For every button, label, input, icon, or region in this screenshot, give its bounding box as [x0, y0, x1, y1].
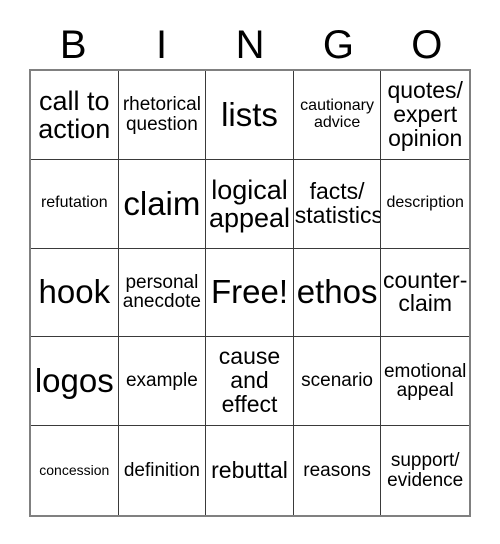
bingo-cell-label: support/ evidence	[387, 449, 464, 491]
bingo-cell-label: rhetorical question	[122, 94, 201, 135]
bingo-cell-i3[interactable]: personal anecdote	[118, 248, 207, 338]
bingo-cell-label: refutation	[40, 194, 108, 212]
bingo-cell-g3[interactable]: ethos	[293, 248, 382, 338]
bingo-cell-label: reasons	[303, 459, 371, 481]
bingo-cell-n5[interactable]: rebuttal	[206, 426, 294, 515]
bingo-cell-label: logos	[34, 362, 114, 400]
bingo-cell-b1[interactable]: call to action	[31, 71, 119, 160]
header-letter-i: I	[156, 22, 168, 67]
bingo-cell-label: ethos	[296, 273, 378, 311]
bingo-cell-free-space[interactable]: Free!	[206, 248, 294, 338]
bingo-cell-g2[interactable]: facts/ statistics	[293, 159, 382, 249]
bingo-card: B I N G O call to action rhetorical ques…	[0, 0, 500, 544]
bingo-cell-label: emotional appeal	[383, 360, 467, 402]
bingo-grid: call to action rhetorical question lists…	[29, 69, 471, 517]
bingo-cell-b2[interactable]: refutation	[31, 159, 119, 249]
bingo-cell-n1[interactable]: lists	[206, 71, 294, 160]
bingo-cell-label: concession	[39, 462, 110, 479]
bingo-cell-i5[interactable]: definition	[118, 426, 207, 515]
bingo-cell-n4[interactable]: cause and effect	[206, 337, 294, 427]
bingo-cell-i4[interactable]: example	[118, 337, 207, 427]
header-letter-n: N	[235, 22, 265, 67]
bingo-cell-label: description	[386, 194, 464, 212]
bingo-cell-g4[interactable]: scenario	[293, 337, 382, 427]
bingo-cell-label: logical appeal	[208, 174, 291, 233]
bingo-cell-b3[interactable]: hook	[31, 248, 119, 338]
bingo-cell-i1[interactable]: rhetorical question	[118, 71, 207, 160]
bingo-cell-label: cause and effect	[218, 343, 281, 418]
bingo-cell-label: scenario	[301, 370, 373, 392]
bingo-cell-o4[interactable]: emotional appeal	[381, 337, 469, 427]
bingo-free-space-label: Free!	[210, 273, 288, 311]
bingo-cell-o5[interactable]: support/ evidence	[381, 426, 469, 515]
bingo-cell-label: quotes/ expert opinion	[387, 77, 463, 151]
bingo-cell-label: definition	[123, 459, 200, 481]
header-letter-o: O	[411, 22, 443, 67]
bingo-header-row: B I N G O	[29, 20, 471, 69]
header-letter-b: B	[59, 22, 87, 67]
bingo-cell-b5[interactable]: concession	[31, 426, 119, 515]
bingo-cell-label: hook	[38, 273, 111, 311]
bingo-cell-o2[interactable]: description	[381, 159, 469, 249]
bingo-cell-g5[interactable]: reasons	[293, 426, 382, 515]
header-letter-g: G	[322, 22, 354, 67]
bingo-cell-label: facts/ statistics	[294, 177, 382, 228]
bingo-cell-i2[interactable]: claim	[118, 159, 207, 249]
bingo-cell-n2[interactable]: logical appeal	[206, 159, 294, 249]
bingo-cell-label: example	[125, 370, 198, 392]
bingo-cell-label: counter- claim	[383, 266, 468, 317]
bingo-cell-o3[interactable]: counter- claim	[381, 248, 469, 338]
bingo-cell-label: cautionary advice	[300, 97, 374, 131]
bingo-cell-g1[interactable]: cautionary advice	[293, 71, 382, 160]
bingo-cell-label: rebuttal	[211, 456, 288, 483]
bingo-cell-label: personal anecdote	[122, 271, 201, 313]
bingo-cell-label: call to action	[38, 85, 111, 144]
bingo-cell-label: claim	[123, 184, 201, 222]
bingo-cell-b4[interactable]: logos	[31, 337, 119, 427]
bingo-cell-o1[interactable]: quotes/ expert opinion	[381, 71, 469, 160]
bingo-cell-label: lists	[221, 95, 278, 133]
